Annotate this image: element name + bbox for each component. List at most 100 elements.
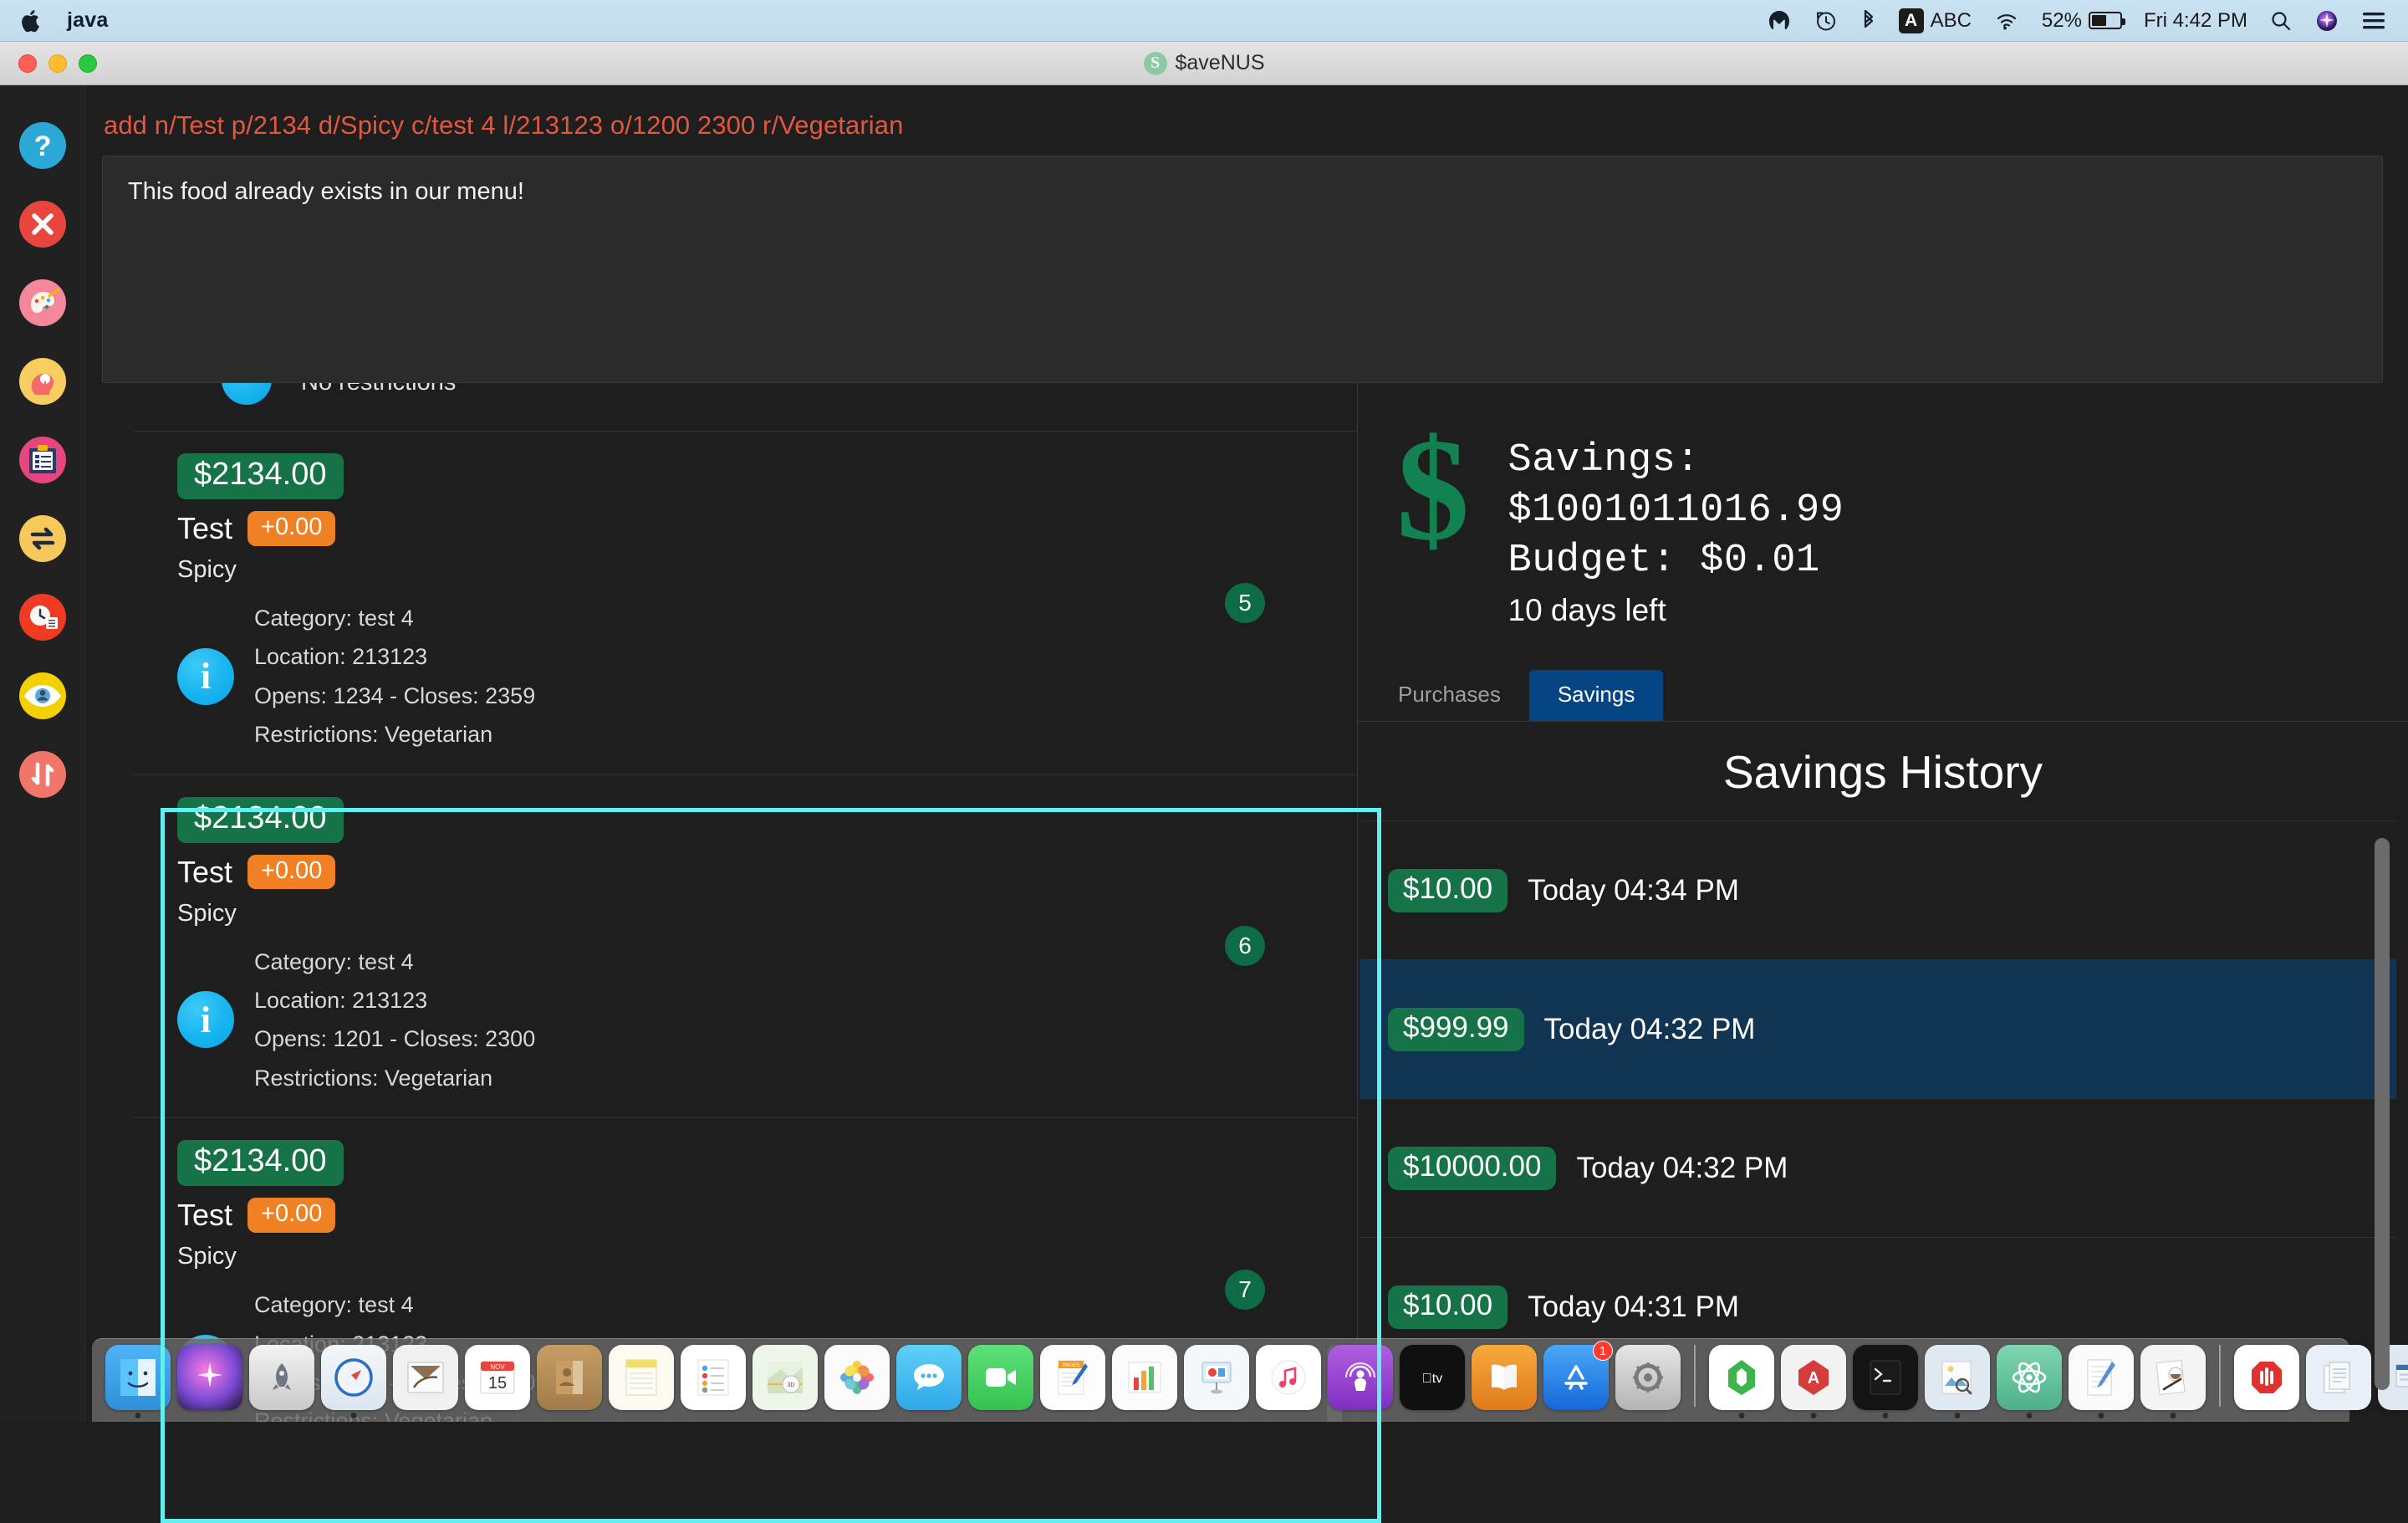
food-card[interactable]: $2134.00 Test +0.00 Spicy i Category: te… (134, 432, 1357, 775)
wifi-icon[interactable] (1993, 10, 2020, 32)
appletv-icon[interactable]: tv (1400, 1345, 1465, 1410)
dock-separator (1694, 1345, 1696, 1407)
days-left-label: 10 days left (1508, 593, 1666, 628)
result-message: This food already exists in our menu! (128, 178, 524, 205)
food-restrictions: Restrictions: Vegetarian (254, 1065, 493, 1091)
reminders-icon[interactable] (681, 1345, 746, 1410)
pages-icon[interactable]: PAGES (1040, 1345, 1105, 1410)
atom-icon[interactable] (1997, 1345, 2062, 1410)
sidebar-item-profile-eye-icon[interactable] (18, 672, 66, 719)
food-details: Category: test 4 Location: 213123 Opens:… (254, 943, 535, 1098)
siri-icon[interactable] (177, 1345, 242, 1410)
safari-icon[interactable] (321, 1345, 386, 1410)
calendar-icon[interactable]: NOV 15 (465, 1345, 530, 1410)
notes-coffee-icon[interactable] (2140, 1345, 2206, 1410)
intellij-icon[interactable]: A (1781, 1345, 1846, 1410)
result-display-box: This food already exists in our menu! (102, 156, 2383, 383)
sidebar-item-theme-palette-icon[interactable] (18, 279, 66, 326)
window-title: $aveNUS (1175, 51, 1265, 74)
facetime-icon[interactable] (968, 1345, 1033, 1410)
sourcetree-icon[interactable] (1709, 1345, 1774, 1410)
battery-percent-label: 52% (2041, 8, 2082, 32)
control-center-icon[interactable] (2361, 10, 2386, 32)
food-list: No restrictions $2134.00 Test +0.00 Spic… (85, 383, 1357, 1422)
food-extra-badge: +0.00 (247, 511, 336, 546)
info-icon (222, 383, 272, 405)
finder-icon[interactable] (105, 1345, 171, 1410)
appstore-icon[interactable]: 1 (1543, 1341, 1613, 1410)
food-category: Category: test 4 (254, 948, 414, 974)
notes-icon[interactable] (609, 1345, 674, 1410)
photos-icon[interactable] (824, 1345, 890, 1410)
food-detail-row: i Category: test 4 Location: 213123 Open… (177, 599, 1357, 754)
launchpad-icon[interactable] (249, 1345, 314, 1410)
textedit-icon[interactable] (2069, 1345, 2134, 1410)
keynote-icon[interactable] (1184, 1345, 1249, 1410)
sidebar-item-help[interactable]: ? (18, 122, 66, 169)
spotlight-search-icon[interactable] (2269, 9, 2293, 33)
food-price: $2134.00 (177, 1140, 344, 1187)
menubar-app-name[interactable]: java (67, 8, 108, 33)
mail-icon[interactable] (393, 1345, 458, 1410)
food-list-scrollbar[interactable] (1327, 383, 1342, 1422)
savings-timestamp: Today 04:32 PM (1576, 1151, 1788, 1184)
sidebar-item-recommend-brain-icon[interactable] (18, 358, 66, 405)
food-hours: Opens: 1201 - Closes: 2300 (254, 1026, 536, 1052)
savings-pane: $ Savings: $1001011016.99 Budget: $0.01 … (1358, 383, 2408, 1422)
savings-history-row[interactable]: $999.99 Today 04:32 PM (1360, 960, 2396, 1100)
food-card-partial[interactable]: No restrictions (134, 383, 1357, 432)
svg-text:?: ? (33, 130, 51, 162)
battery-status[interactable]: 52% (2041, 8, 2125, 33)
savings-summary: $ Savings: $1001011016.99 Budget: $0.01 … (1358, 383, 2408, 628)
food-name-row: Test +0.00 (177, 511, 1357, 546)
savings-amount: $1001011016.99 (1508, 488, 1844, 534)
messages-icon[interactable] (896, 1345, 962, 1410)
apple-logo-icon[interactable] (22, 9, 42, 33)
sidebar-item-swap-arrows-icon[interactable] (18, 515, 66, 562)
stop-hand-icon[interactable] (2234, 1345, 2299, 1410)
mac-menu-bar: java A ABC 52% Fri 4:42 PM (0, 0, 2408, 42)
food-hours: Opens: 1234 - Closes: 2359 (254, 682, 536, 708)
savings-amount-badge: $10.00 (1388, 869, 1508, 912)
siri-icon[interactable] (2314, 8, 2339, 33)
menubar-clock[interactable]: Fri 4:42 PM (2144, 9, 2247, 33)
maps-icon[interactable]: 3D (752, 1345, 818, 1410)
malwarebytes-icon[interactable] (1767, 8, 1792, 33)
tab-savings[interactable]: Savings (1528, 670, 1664, 722)
savings-text-block: Savings: $1001011016.99 Budget: $0.01 10… (1508, 429, 1844, 628)
itunes-icon[interactable] (1256, 1345, 1321, 1410)
food-name: Test (177, 1198, 233, 1233)
savings-history-row[interactable]: $10.00 Today 04:34 PM (1360, 821, 2396, 961)
system-preferences-icon[interactable] (1615, 1345, 1681, 1410)
info-icon: i (177, 991, 234, 1049)
sidebar-item-menu-clipboard-icon[interactable] (18, 437, 66, 483)
documents-stack-icon[interactable] (2306, 1345, 2371, 1410)
food-name-row: Test +0.00 (177, 1198, 1357, 1233)
window-title-wrap: S $aveNUS (0, 51, 2408, 75)
preview-icon[interactable] (1925, 1345, 1990, 1410)
contacts-icon[interactable] (537, 1345, 602, 1410)
podcasts-icon[interactable] (1328, 1345, 1393, 1410)
numbers-icon[interactable] (1112, 1345, 1177, 1410)
food-card[interactable]: $2134.00 Test +0.00 Spicy i Category: te… (134, 774, 1357, 1119)
input-source-icon[interactable]: A ABC (1898, 8, 1972, 33)
time-machine-icon[interactable] (1814, 8, 1839, 33)
tab-purchases[interactable]: Purchases (1370, 670, 1529, 721)
svg-text:A: A (1808, 1369, 1819, 1388)
savings-label: Savings: (1508, 438, 1701, 483)
savings-timestamp: Today 04:32 PM (1543, 1012, 1756, 1045)
sidebar-item-exit[interactable] (18, 201, 66, 248)
command-row: add n/Test p/2134 d/Spicy c/test 4 l/213… (85, 85, 2408, 156)
savings-history-row[interactable]: $10000.00 Today 04:32 PM (1360, 1099, 2396, 1239)
sidebar-item-history-clock-icon[interactable] (18, 594, 66, 641)
books-icon[interactable] (1472, 1345, 1537, 1410)
content-panes: No restrictions $2134.00 Test +0.00 Spic… (85, 383, 2408, 1523)
food-category: Category: test 4 (254, 1292, 414, 1318)
food-extra-badge: +0.00 (247, 1198, 336, 1233)
terminal-icon[interactable] (1853, 1345, 1918, 1410)
sidebar-item-sort-arrows-icon[interactable] (18, 751, 66, 798)
bluetooth-icon[interactable] (1860, 8, 1877, 33)
savings-list-scrollbar-thumb[interactable] (2375, 838, 2390, 1391)
command-input[interactable]: add n/Test p/2134 d/Spicy c/test 4 l/213… (104, 110, 2408, 141)
budget-line: Budget: $0.01 (1508, 539, 1820, 584)
